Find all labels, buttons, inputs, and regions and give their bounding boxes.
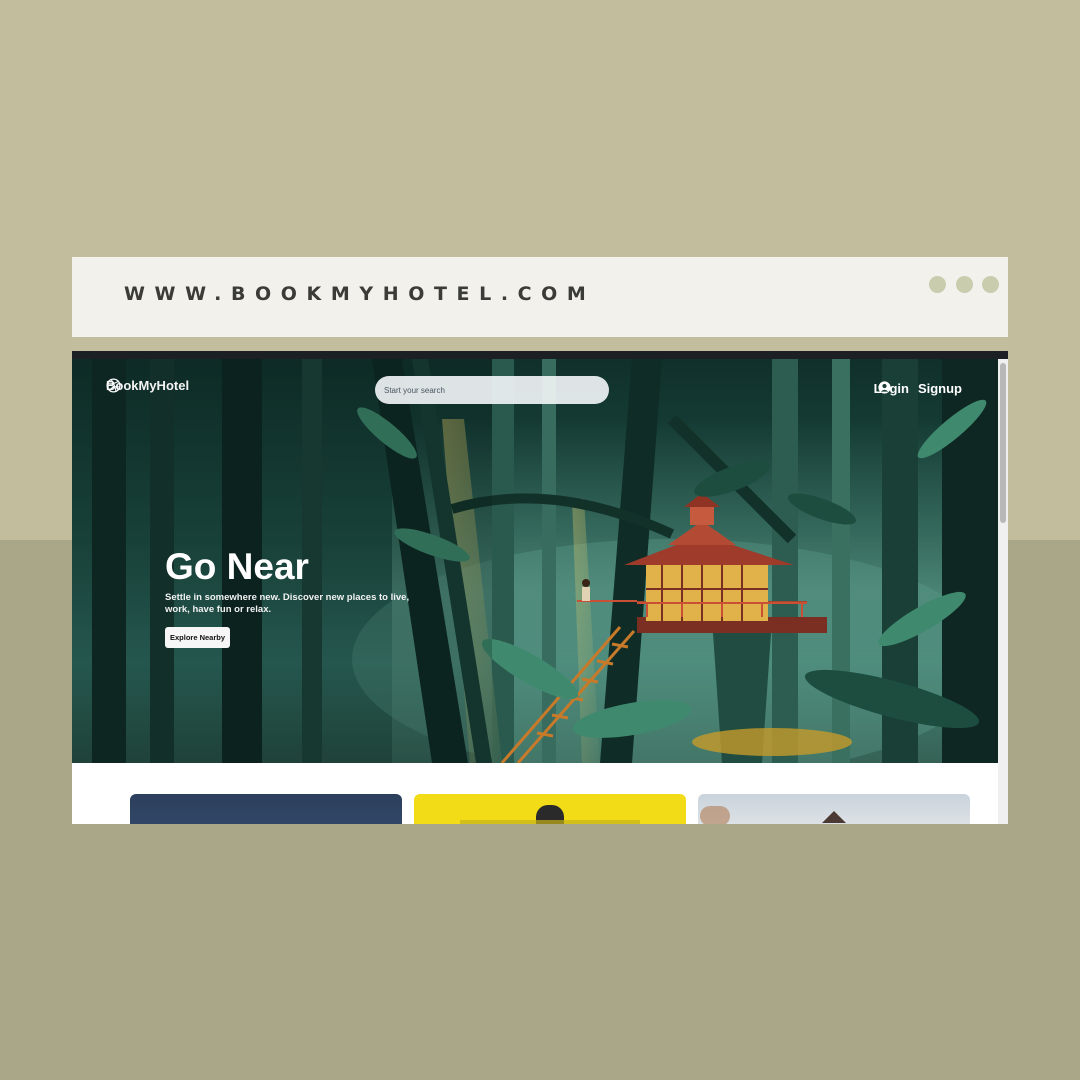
- brand-logo[interactable]: BookMyHotel: [106, 378, 189, 393]
- signup-link[interactable]: Signup: [918, 381, 962, 396]
- dot-1: [929, 276, 946, 293]
- search-input[interactable]: [375, 376, 609, 404]
- listing-cards: [72, 763, 998, 824]
- hero-banner: BookMyHotel Login Signup Go Near Settle …: [72, 359, 998, 763]
- url-text: WWW.BOOKMYHOTEL.COM: [124, 283, 596, 305]
- scrollbar[interactable]: [998, 359, 1008, 824]
- house-card[interactable]: [698, 794, 970, 824]
- scrollbar-thumb[interactable]: [1000, 363, 1006, 523]
- url-banner: WWW.BOOKMYHOTEL.COM: [72, 257, 1008, 337]
- hero-title: Go Near: [165, 546, 309, 587]
- night-sky-card[interactable]: [130, 794, 402, 824]
- yellow-card[interactable]: [414, 794, 686, 824]
- window-dots: [928, 276, 1008, 294]
- window-top-bar: [72, 351, 1008, 359]
- dot-2: [956, 276, 973, 293]
- hero-subtitle: Settle in somewhere new. Discover new pl…: [165, 592, 410, 615]
- dot-3: [982, 276, 999, 293]
- browser-window: BookMyHotel Login Signup Go Near Settle …: [72, 351, 1008, 824]
- top-nav: Login Signup: [874, 381, 962, 396]
- card-foliage: [700, 806, 730, 824]
- hero-copy: Go Near Settle in somewhere new. Discove…: [165, 546, 415, 648]
- user-circle-icon[interactable]: [877, 381, 891, 394]
- dribbble-ball-icon: [106, 378, 121, 393]
- explore-nearby-button[interactable]: Explore Nearby: [165, 627, 231, 648]
- card-bar: [460, 820, 640, 824]
- card-roof: [822, 811, 846, 823]
